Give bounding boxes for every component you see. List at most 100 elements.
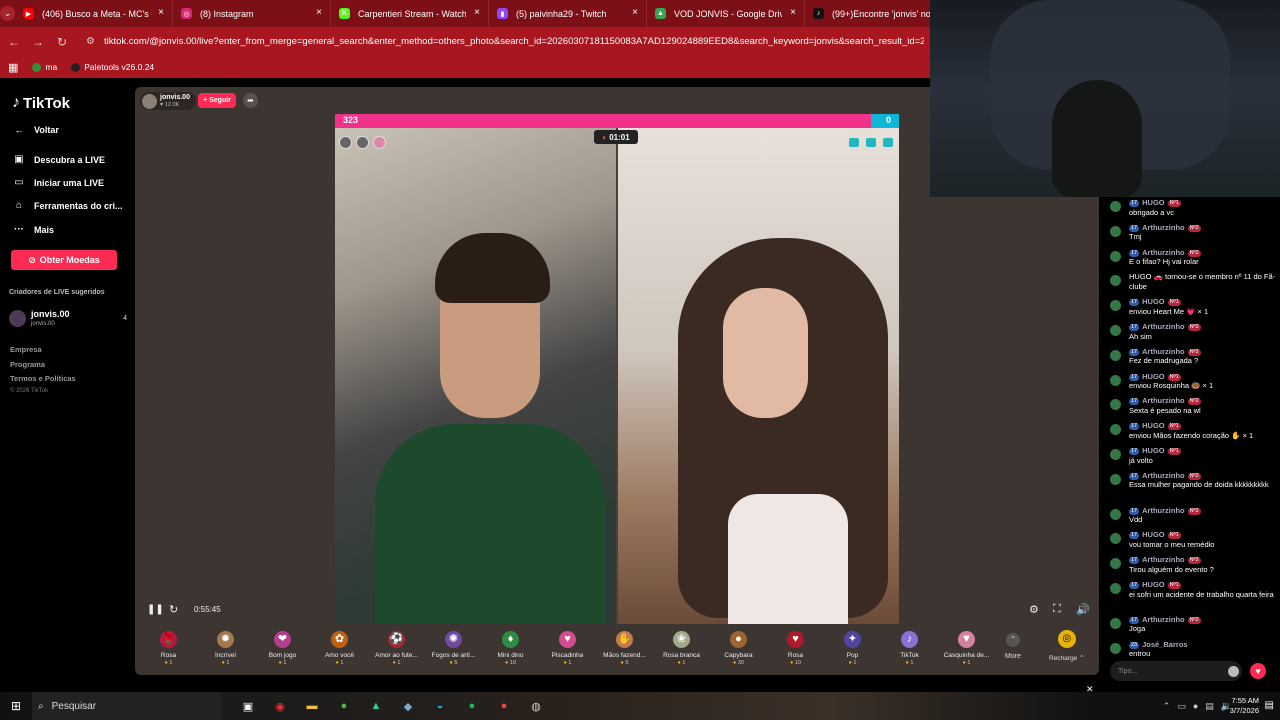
tab-search-button[interactable]: ⌄ [0,0,15,27]
forward-arrow-icon[interactable]: → [26,35,50,49]
top-supporters[interactable] [339,136,390,149]
battery-icon[interactable]: ▭ [1177,701,1186,712]
gift-item[interactable]: ● Capybara ● 30 [710,626,767,672]
gift-item[interactable]: ✿ Amo você ● 1 [311,626,368,672]
nav-item-iniciar[interactable]: ▭ Iniciar uma LIVE [12,177,104,188]
avatar[interactable] [1110,225,1121,237]
avatar[interactable] [1110,349,1121,361]
chat-username[interactable]: Arthurzinho [1142,506,1185,515]
suggested-creator[interactable]: jonvis.00 jonvis.00 4 [9,308,127,332]
chat-username[interactable]: Arthurzinho [1142,555,1185,564]
close-icon[interactable]: × [632,8,638,18]
task-view-icon[interactable]: ▣ [232,692,264,720]
apps-grid-icon[interactable]: ▦ [8,61,18,74]
avatar[interactable] [1110,617,1121,629]
chat-username[interactable]: HUGO [1142,198,1165,207]
avatar[interactable] [1110,473,1121,485]
windows-start-icon[interactable]: ⊞ [0,699,32,713]
gift-item[interactable]: ❤ Bom jogo ● 1 [254,626,311,672]
mic-icon[interactable]: ● [1193,701,1198,711]
avatar[interactable] [1110,533,1121,545]
gift-item[interactable]: ⚽ Amor ao fute... ● 1 [368,626,425,672]
gift-item[interactable]: ✦ Pop ● 1 [824,626,881,672]
chat-username[interactable]: Arthurzinho [1142,615,1185,624]
chat-username[interactable]: HUGO [1142,421,1165,430]
chat-username[interactable]: HUGO [1142,446,1165,455]
chrome-icon[interactable]: ● [328,692,360,720]
close-icon[interactable]: × [316,8,322,18]
chat-username[interactable]: José_Barros [1142,640,1187,649]
chat-username[interactable]: Arthurzinho [1142,223,1185,232]
close-icon[interactable]: × [158,8,164,18]
follow-button[interactable]: + Seguir [198,93,236,108]
avatar[interactable] [1110,583,1121,594]
volume-icon[interactable]: 🔊 [1076,603,1090,616]
site-info-icon[interactable]: ⚙ [86,36,100,47]
obs-icon[interactable]: ◍ [520,692,552,720]
notification-icon[interactable]: ▤ [1265,700,1274,711]
chat-username[interactable]: HUGO [1142,580,1165,589]
fullscreen-icon[interactable]: ⛶ [1053,603,1061,616]
chat-username[interactable]: Arthurzinho [1142,396,1185,405]
chrome-active-icon[interactable]: ● [488,692,520,720]
bookmark-ma[interactable]: ma [32,62,57,72]
chat-username[interactable]: HUGO [1142,297,1165,306]
host-info[interactable]: jonvis.00 ♥ 12.0K [140,92,196,110]
bookmark-paletools[interactable]: Paletools v26.0.24 [71,62,154,72]
avatar[interactable] [1110,374,1121,386]
back-link[interactable]: ← Voltar [12,125,59,135]
nav-item-mais[interactable]: ··· Mais [12,224,54,235]
emoji-icon[interactable] [1228,666,1239,677]
refresh-icon[interactable]: ↻ [169,603,178,616]
nav-item-ferramentas[interactable]: ⌂ Ferramentas do cri... [12,200,123,211]
edge-icon[interactable]: ◒ [424,692,456,720]
avatar[interactable] [1110,300,1121,312]
nav-item-descubra[interactable]: ▣ Descubra a LIVE [12,154,105,165]
spotify-icon[interactable]: ● [456,692,488,720]
share-icon[interactable]: ➦ [243,93,258,108]
taskbar-search[interactable]: ⌕ Pesquisar [32,692,222,720]
taskbar-clock[interactable]: 7:55 AM 3/7/2026 [1219,696,1259,716]
avatar[interactable] [1110,449,1121,460]
browser-tab[interactable]: ▶ (406) Busco a Meta - MC's Tuto × [15,0,173,27]
chat-username[interactable]: HUGO [1142,372,1165,381]
live-video[interactable]: 323 0 ◐ 01:01 [335,114,899,624]
chat-username[interactable]: HUGO [1142,530,1165,539]
settings-icon[interactable]: ⚙ [1029,603,1039,616]
recorder-icon[interactable]: ◉ [264,692,296,720]
app-icon[interactable]: ▲ [360,692,392,720]
gift-item[interactable]: ✋ Mãos fazend... ● 5 [596,626,653,672]
gift-item[interactable]: ✹ Incrível ● 1 [197,626,254,672]
chat-input[interactable]: Tipo... [1110,661,1242,681]
gift-item[interactable]: ♪ TikTok ● 1 [881,626,938,672]
gift-item[interactable]: ♥ Piscadinha ● 1 [539,626,596,672]
gift-item[interactable]: ♥ Rosa ● 10 [767,626,824,672]
tiktok-logo[interactable]: ♪ TikTok [12,94,70,112]
get-coins-button[interactable]: ⊘ Obter Moedas [11,250,117,270]
avatar[interactable] [1110,558,1121,570]
chat-username[interactable]: Arthurzinho [1142,248,1185,257]
chevron-up-icon[interactable]: ⌃ [1163,701,1171,712]
gift-item[interactable]: ♦ Mini dino ● 10 [482,626,539,672]
footer-link-programa[interactable]: Programa [10,360,45,369]
pause-icon[interactable]: ❚❚ [147,604,164,615]
footer-link-termos[interactable]: Termos e Políticas [10,374,76,383]
chat-username[interactable]: Arthurzinho [1142,322,1185,331]
footer-link-empresa[interactable]: Empresa [10,345,42,354]
like-heart-icon[interactable]: ♥ [1250,663,1266,679]
file-explorer-icon[interactable]: ▬ [296,692,328,720]
chat-username[interactable]: Arthurzinho [1142,471,1185,480]
gift-item[interactable]: ▼ Casquinha de... ● 1 [938,626,995,672]
avatar[interactable] [1110,508,1121,520]
avatar[interactable] [1110,201,1121,212]
close-icon[interactable]: × [790,8,796,18]
chat-username[interactable]: Arthurzinho [1142,347,1185,356]
gift-item[interactable]: ✺ Fogos de artí... ● 5 [425,626,482,672]
gift-item[interactable]: 🌹 Rosa ● 1 [140,626,197,672]
avatar[interactable] [1110,325,1121,336]
avatar[interactable] [1110,399,1121,411]
notepad-icon[interactable]: ◆ [392,692,424,720]
gift-item[interactable]: ❀ Rosa branca ● 1 [653,626,710,672]
browser-tab[interactable]: K Carpentieri Stream - Watch Live × [331,0,489,27]
network-icon[interactable]: ▤ [1205,701,1214,712]
